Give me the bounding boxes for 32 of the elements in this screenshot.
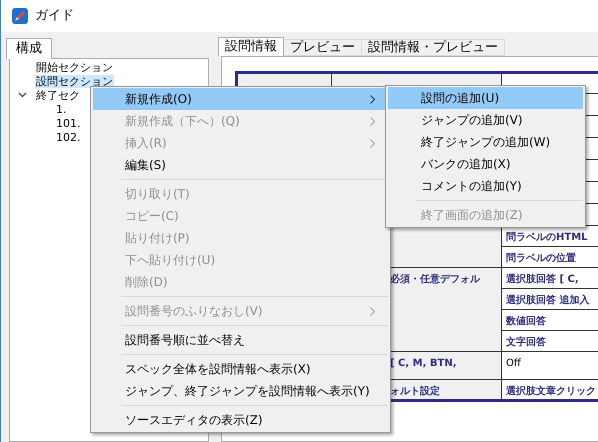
menu-item[interactable]: コメントの追加(Y) [388,175,583,197]
tab[interactable]: 設問情報 [218,37,284,56]
window-title: ガイド [35,7,74,26]
chevron-right-icon [370,306,375,316]
menu-item[interactable]: 設問の追加(U) [388,87,583,109]
menu-item[interactable]: バンクの追加(X) [388,153,583,175]
tree-item[interactable]: 開始セクション [35,60,114,74]
table-cell: 選択肢文章クリック [502,380,598,400]
tab[interactable]: 構成 [6,38,52,59]
tree-item[interactable]: 102. [55,130,82,144]
tree-item[interactable]: 終了セク [35,88,81,102]
menu-item[interactable]: ジャンプの追加(V) [388,109,583,131]
menu-item[interactable]: 終了ジャンプの追加(W) [388,131,583,153]
tab[interactable]: 設問情報・プレビュー [362,39,505,56]
table-cell: Off [502,352,598,380]
chevron-right-icon [370,94,375,104]
tree-item[interactable]: 101. [55,116,82,130]
tab[interactable]: プレビュー [284,39,362,56]
menu-item[interactable]: ソースエディタの表示(Z) [93,409,388,431]
menu-item[interactable]: 編集(S) [93,154,388,176]
tree-item[interactable]: 設問セクション [35,74,114,88]
tree-item[interactable]: 1. [55,102,68,116]
table-cell: 文字回答 [502,330,598,352]
app-icon [11,7,29,25]
chevron-right-icon [370,138,375,148]
table-cell: 数値回答 [502,310,598,330]
chevron-right-icon [370,116,375,126]
table-cell: 選択肢回答 追加入 [502,288,598,310]
table-cell: 選択肢回答 [ C, [502,268,598,288]
menu-item[interactable]: 新規作成(O) [93,88,388,110]
table-cell: 問ラベルの位置 [502,246,598,268]
chevron-down-icon[interactable] [18,92,27,98]
